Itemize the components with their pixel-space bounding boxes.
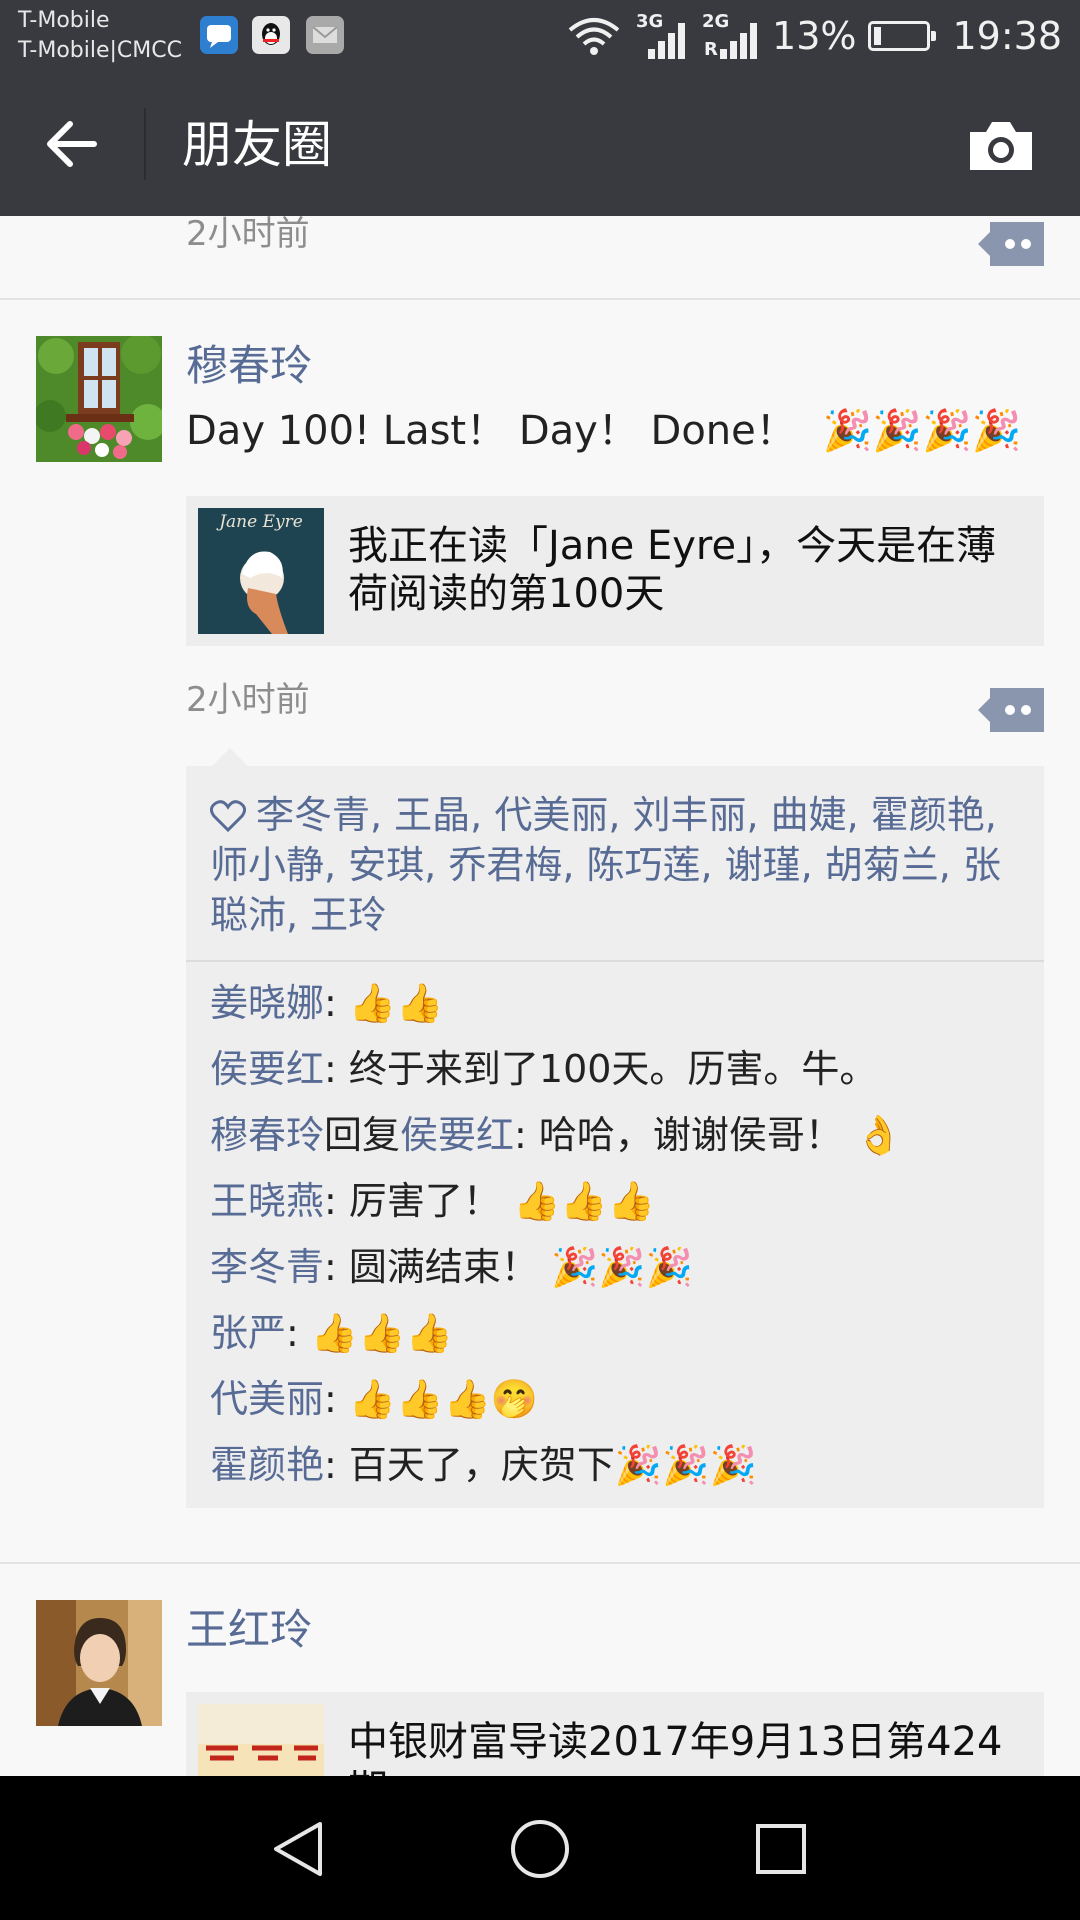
carrier-line-1: T-Mobile — [18, 8, 110, 33]
signal-bars-icon — [720, 23, 758, 59]
wifi-icon — [568, 18, 620, 55]
comment-text: : 哈哈，谢谢侯哥！ 👌 — [514, 1113, 903, 1157]
title-bar: 朋友圈 — [0, 72, 1080, 216]
comment-text: : 👍👍👍 — [286, 1311, 453, 1355]
party-emoji: 🎉🎉🎉🎉 — [822, 408, 1022, 454]
comment-author[interactable]: 穆春玲 — [210, 1113, 324, 1157]
status-bar: T-Mobile T-Mobile|CMCC 3G 2G R 13% 19:38 — [0, 0, 1080, 72]
comment-author[interactable]: 霍颜艳 — [210, 1443, 324, 1487]
comment-author[interactable]: 代美丽 — [210, 1377, 324, 1421]
post-text-body: Day 100! Last！ Day！ Done！ — [186, 408, 796, 454]
camera-button[interactable] — [966, 118, 1036, 174]
moments-feed[interactable]: 2小时前 穆春玲 Day 100! Last！ Day！ Done！ 🎉🎉🎉🎉 — [0, 216, 1080, 1776]
navigation-bar — [0, 1776, 1080, 1920]
comment-author[interactable]: 张严 — [210, 1311, 286, 1355]
shared-link-card[interactable]: 中银财富导读2017年9月13日第424期 — [186, 1692, 1044, 1776]
likes-and-comments: 李冬青, 王晶, 代美丽, 刘丰丽, 曲婕, 霍颜艳, 师小静, 安琪, 乔君梅… — [186, 748, 1044, 1508]
card-text: 中银财富导读2017年9月13日第424期 — [348, 1719, 1003, 1776]
comment-author[interactable]: 王晓燕 — [210, 1179, 324, 1223]
card-thumbnail: Jane Eyre — [198, 508, 324, 634]
book-cover-title: Jane Eyre — [219, 512, 303, 532]
comments-list: 姜晓娜: 👍👍 侯要红: 终于来到了100天。历害。牛。 穆春玲回复侯要红: 哈… — [186, 962, 1044, 1508]
post-divider — [0, 1562, 1080, 1564]
nav-recents-icon — [756, 1824, 806, 1874]
comment-author[interactable]: 姜晓娜 — [210, 981, 324, 1025]
comment-author[interactable]: 李冬青 — [210, 1245, 324, 1289]
comment-item[interactable]: 姜晓娜: 👍👍 — [210, 970, 1020, 1036]
back-button[interactable] — [40, 112, 104, 176]
comment-text: : 终于来到了100天。历害。牛。 — [324, 1047, 878, 1091]
comment-text: : 圆满结束！ 🎉🎉🎉 — [324, 1245, 693, 1289]
signal-2g: 2G R — [700, 11, 760, 61]
comment-item[interactable]: 李冬青: 圆满结束！ 🎉🎉🎉 — [210, 1234, 1020, 1300]
shared-link-card[interactable]: Jane Eyre 我正在读「Jane Eyre」，今天是在薄荷阅读的第100天 — [186, 496, 1044, 646]
carrier-label: T-Mobile T-Mobile|CMCC — [18, 6, 182, 66]
clock: 19:38 — [952, 14, 1062, 58]
heart-icon — [210, 800, 246, 832]
reply-target[interactable]: 侯要红 — [400, 1113, 514, 1157]
article-thumbnail-image — [198, 1704, 324, 1776]
nav-back-icon — [274, 1822, 322, 1876]
nav-home-icon — [511, 1820, 569, 1878]
carrier-line-2: T-Mobile|CMCC — [18, 38, 183, 63]
avatar-image — [36, 1600, 162, 1726]
battery-percent: 13% — [772, 14, 857, 58]
previous-post-time: 2小时前 — [186, 216, 310, 254]
previous-post-action-button[interactable] — [978, 222, 1044, 266]
card-text: 我正在读「Jane Eyre」，今天是在薄荷阅读的第100天 — [348, 523, 997, 617]
comment-item[interactable]: 侯要红: 终于来到了100天。历害。牛。 — [210, 1036, 1020, 1102]
battery-icon — [868, 21, 937, 51]
comment-text: : 👍👍👍🤭 — [324, 1377, 539, 1421]
comment-item[interactable]: 代美丽: 👍👍👍🤭 — [210, 1366, 1020, 1432]
post-time: 2小时前 — [186, 680, 310, 720]
comment-item[interactable]: 霍颜艳: 百天了，庆贺下🎉🎉🎉 — [210, 1432, 1020, 1498]
likes-list: 李冬青, 王晶, 代美丽, 刘丰丽, 曲婕, 霍颜艳, 师小静, 安琪, 乔君梅… — [186, 766, 1044, 962]
nav-back-button[interactable] — [264, 1814, 334, 1884]
message-icon — [200, 16, 238, 54]
card-thumbnail — [198, 1704, 324, 1776]
comment-text: : 👍👍 — [324, 981, 444, 1025]
status-right: 3G 2G R 13% 19:38 — [566, 0, 1062, 72]
qq-icon — [252, 16, 290, 54]
comment-item[interactable]: 穆春玲回复侯要红: 哈哈，谢谢侯哥！ 👌 — [210, 1102, 1020, 1168]
signal-3g: 3G — [634, 11, 688, 61]
comment-action-icon — [978, 688, 1044, 732]
author-avatar[interactable] — [36, 336, 162, 462]
camera-icon — [970, 122, 1032, 170]
nav-recents-button[interactable] — [746, 1814, 816, 1884]
author-name[interactable]: 王红玲 — [186, 1602, 312, 1658]
comment-item[interactable]: 王晓燕: 厉害了！ 👍👍👍 — [210, 1168, 1020, 1234]
author-avatar[interactable] — [36, 1600, 162, 1726]
post-text: Day 100! Last！ Day！ Done！ 🎉🎉🎉🎉 — [186, 402, 1022, 460]
mail-icon — [306, 16, 344, 54]
comment-text: : 厉害了！ 👍👍👍 — [324, 1179, 655, 1223]
comment-item[interactable]: 张严: 👍👍👍 — [210, 1300, 1020, 1366]
comment-text: : 百天了，庆贺下🎉🎉🎉 — [324, 1443, 757, 1487]
page-title: 朋友圈 — [182, 116, 332, 174]
likes-names[interactable]: 李冬青, 王晶, 代美丽, 刘丰丽, 曲婕, 霍颜艳, 师小静, 安琪, 乔君梅… — [210, 793, 1001, 937]
reply-word: 回复 — [324, 1113, 401, 1157]
post-divider — [0, 298, 1080, 300]
signal-bars-icon — [648, 23, 686, 59]
avatar-image — [36, 336, 162, 462]
comment-author[interactable]: 侯要红 — [210, 1047, 324, 1091]
post-action-button[interactable] — [978, 688, 1044, 732]
nav-home-button[interactable] — [505, 1814, 575, 1884]
arrow-left-icon — [47, 121, 97, 167]
author-name[interactable]: 穆春玲 — [186, 338, 312, 394]
comment-action-icon — [978, 222, 1044, 266]
battery-fill — [874, 27, 882, 45]
title-divider — [144, 108, 146, 180]
